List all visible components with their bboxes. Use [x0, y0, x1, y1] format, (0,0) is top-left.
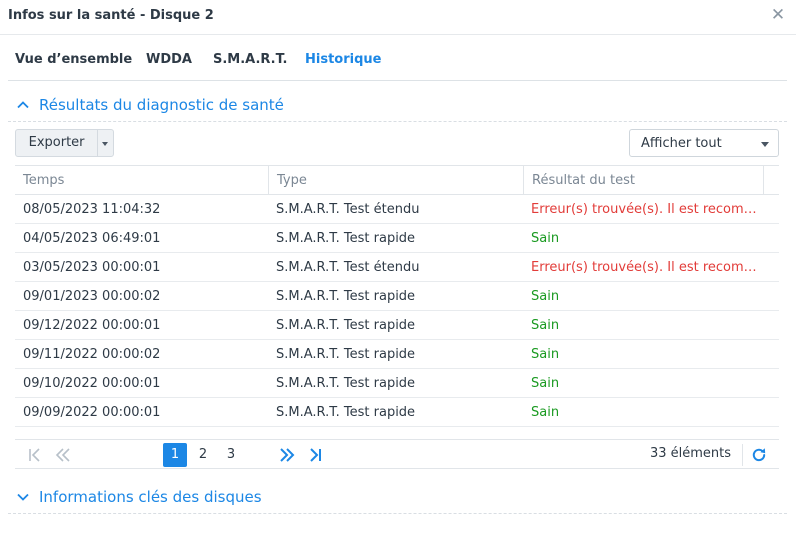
column-header-spacer — [763, 166, 779, 195]
cell-result: Sain — [531, 376, 560, 391]
cell-time: 03/05/2023 00:00:01 — [23, 260, 161, 275]
next-pages-icon[interactable] — [275, 443, 299, 467]
column-header-time[interactable]: Temps — [15, 166, 268, 195]
title-bar: Infos sur la santé - Disque 2 ✕ — [0, 0, 796, 34]
diagnostic-section-header[interactable]: Résultats du diagnostic de santé — [16, 94, 284, 116]
tab-wdda[interactable]: WDDA — [146, 52, 192, 67]
cell-type: S.M.A.R.T. Test étendu — [276, 260, 420, 275]
history-table: Temps Type Résultat du test 08/05/2023 1… — [15, 165, 779, 427]
table-row[interactable]: 09/01/2023 00:00:02 S.M.A.R.T. Test rapid… — [15, 282, 779, 311]
cell-time: 04/05/2023 06:49:01 — [23, 231, 161, 246]
title-divider — [0, 34, 796, 35]
pagination-bar: 1 2 3 33 éléments — [15, 439, 779, 469]
close-icon[interactable]: ✕ — [768, 5, 788, 25]
page-2-button[interactable]: 2 — [191, 443, 215, 467]
column-header-type[interactable]: Type — [268, 166, 523, 195]
item-count: 33 éléments — [649, 446, 731, 461]
cell-type: S.M.A.R.T. Test rapide — [276, 289, 416, 304]
diagnostic-section-title: Résultats du diagnostic de santé — [39, 96, 284, 114]
table-row[interactable]: 09/12/2022 00:00:01 S.M.A.R.T. Test rapid… — [15, 311, 779, 340]
cell-time: 09/12/2022 00:00:01 — [23, 318, 161, 333]
cell-type: S.M.A.R.T. Test rapide — [276, 405, 416, 420]
chevron-up-icon — [17, 101, 29, 109]
tabs-divider — [8, 80, 787, 81]
refresh-icon[interactable] — [749, 445, 769, 465]
caret-down-icon — [102, 142, 109, 146]
cell-result: Erreur(s) trouvée(s). Il est recommandé — [531, 260, 763, 275]
table-row[interactable]: 04/05/2023 06:49:01 S.M.A.R.T. Test rapid… — [15, 224, 779, 253]
cell-type: S.M.A.R.T. Test rapide — [276, 376, 416, 391]
cell-type: S.M.A.R.T. Test rapide — [276, 347, 416, 362]
window-title: Infos sur la santé - Disque 2 — [8, 8, 214, 23]
export-split-button: Exporter — [15, 129, 114, 157]
filter-select[interactable]: Afficher tout — [629, 129, 779, 157]
last-page-icon[interactable] — [303, 443, 327, 467]
table-header: Temps Type Résultat du test — [15, 165, 779, 195]
first-page-icon[interactable] — [23, 443, 47, 467]
cell-result: Sain — [531, 405, 560, 420]
section-divider — [8, 513, 787, 514]
chevron-down-icon — [17, 493, 29, 501]
tab-overview[interactable]: Vue d’ensemble — [15, 52, 132, 67]
cell-result: Sain — [531, 289, 560, 304]
disk-info-section-title: Informations clés des disques — [39, 488, 262, 506]
cell-time: 09/09/2022 00:00:01 — [23, 405, 161, 420]
caret-down-icon — [761, 142, 769, 147]
cell-time: 09/01/2023 00:00:02 — [23, 289, 161, 304]
previous-pages-icon[interactable] — [51, 443, 75, 467]
section-divider — [8, 121, 787, 122]
export-button[interactable]: Exporter — [16, 130, 99, 156]
page-3-button[interactable]: 3 — [219, 443, 243, 467]
cell-result: Sain — [531, 231, 560, 246]
table-row[interactable]: 08/05/2023 11:04:32 S.M.A.R.T. Test étend… — [15, 195, 779, 224]
cell-result: Sain — [531, 347, 560, 362]
page-1-button[interactable]: 1 — [163, 443, 187, 467]
cell-time: 09/10/2022 00:00:01 — [23, 376, 161, 391]
table-row[interactable]: 09/11/2022 00:00:02 S.M.A.R.T. Test rapid… — [15, 340, 779, 369]
disk-info-section-header[interactable]: Informations clés des disques — [16, 486, 262, 508]
table-row[interactable]: 09/09/2022 00:00:01 S.M.A.R.T. Test rapid… — [15, 398, 779, 427]
cell-type: S.M.A.R.T. Test étendu — [276, 202, 420, 217]
table-row[interactable]: 09/10/2022 00:00:01 S.M.A.R.T. Test rapid… — [15, 369, 779, 398]
tab-history[interactable]: Historique — [305, 52, 381, 67]
cell-type: S.M.A.R.T. Test rapide — [276, 318, 416, 333]
table-row[interactable]: 03/05/2023 00:00:01 S.M.A.R.T. Test étend… — [15, 253, 779, 282]
table-body: 08/05/2023 11:04:32 S.M.A.R.T. Test étend… — [15, 195, 779, 427]
export-dropdown-button[interactable] — [98, 130, 113, 156]
cell-result: Sain — [531, 318, 560, 333]
filter-select-value: Afficher tout — [641, 136, 722, 151]
cell-time: 09/11/2022 00:00:02 — [23, 347, 161, 362]
pager-divider — [742, 444, 743, 466]
cell-result: Erreur(s) trouvée(s). Il est recommandé — [531, 202, 763, 217]
cell-type: S.M.A.R.T. Test rapide — [276, 231, 416, 246]
cell-time: 08/05/2023 11:04:32 — [23, 202, 161, 217]
column-header-result[interactable]: Résultat du test — [523, 166, 763, 195]
tab-smart[interactable]: S.M.A.R.T. — [213, 52, 287, 67]
